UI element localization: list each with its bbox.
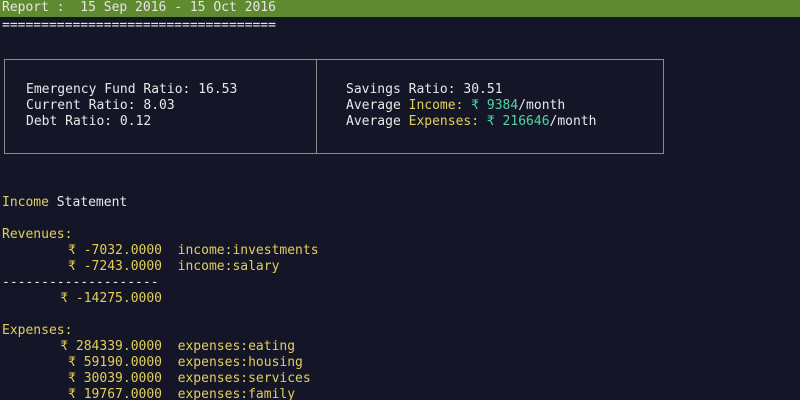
report-title-text: eport : 15 Sep 2016 - 15 Oct 2016 <box>9 0 276 15</box>
emergency-fund-ratio: Emergency Fund Ratio: 16.53 <box>26 82 237 98</box>
income-statement-heading-rest: Statement <box>56 195 128 210</box>
expense-account: expenses:services <box>177 371 311 386</box>
savings-ratio-value: 30.51 <box>463 82 503 97</box>
average-income-prefix: Average <box>346 98 401 113</box>
average-expenses-word: Expenses: <box>408 114 480 129</box>
expense-amount: ₹ 19767.0000 <box>68 387 162 400</box>
revenues-label: Revenues: <box>2 227 73 242</box>
expense-amount: ₹ 284339.0000 <box>60 339 162 354</box>
current-ratio: Current Ratio: 8.03 <box>26 98 175 114</box>
expense-row: ₹ 59190.0000 expenses:housing <box>2 355 303 371</box>
income-statement-heading: Income Statement <box>2 195 127 211</box>
expense-account: expenses:family <box>177 387 296 400</box>
average-expenses-suffix: /month <box>549 114 597 129</box>
revenue-row: ₹ -7243.0000 income:salary <box>2 259 279 275</box>
average-expenses-prefix: Average <box>346 114 401 129</box>
revenue-amount: ₹ -7032.0000 <box>68 243 162 258</box>
average-expenses: Average Expenses: ₹ 216646/month <box>346 114 597 130</box>
expense-row: ₹ 284339.0000 expenses:eating <box>2 339 295 355</box>
savings-ratio-label: Savings Ratio: <box>346 82 456 97</box>
emergency-fund-ratio-label: Emergency Fund Ratio: <box>26 82 191 97</box>
report-title: Report : 15 Sep 2016 - 15 Oct 2016 <box>2 0 276 16</box>
expense-row: ₹ 30039.0000 expenses:services <box>2 371 311 387</box>
revenue-amount: ₹ -7243.0000 <box>68 259 162 274</box>
revenues-separator: -------------------- <box>2 275 159 290</box>
expense-row: ₹ 19767.0000 expenses:family <box>2 387 295 400</box>
expense-amount: ₹ 30039.0000 <box>68 371 162 386</box>
revenues-total: ₹ -14275.0000 <box>60 291 162 306</box>
debt-ratio: Debt Ratio: 0.12 <box>26 114 151 130</box>
average-income: Average Income: ₹ 9384/month <box>346 98 565 114</box>
expense-account: expenses:eating <box>177 339 296 354</box>
report-title-underline: =================================== <box>2 18 276 33</box>
average-income-suffix: /month <box>518 98 566 113</box>
average-income-value: ₹ 9384 <box>471 98 519 113</box>
expenses-label: Expenses: <box>2 323 73 338</box>
current-ratio-value: 8.03 <box>143 98 175 113</box>
current-ratio-label: Current Ratio: <box>26 98 136 113</box>
debt-ratio-value: 0.12 <box>119 114 152 129</box>
terminal-cursor: R <box>2 0 10 15</box>
expense-account: expenses:housing <box>177 355 303 370</box>
debt-ratio-label: Debt Ratio: <box>26 114 113 129</box>
income-statement-heading-word: Income <box>2 195 49 210</box>
revenues-total-row: ₹ -14275.0000 <box>2 291 162 307</box>
ratios-box-divider <box>316 59 317 154</box>
average-expenses-value: ₹ 216646 <box>486 114 550 129</box>
savings-ratio: Savings Ratio: 30.51 <box>346 82 503 98</box>
expense-amount: ₹ 59190.0000 <box>68 355 162 370</box>
average-income-word: Income: <box>408 98 464 113</box>
emergency-fund-ratio-value: 16.53 <box>198 82 238 97</box>
revenue-row: ₹ -7032.0000 income:investments <box>2 243 319 259</box>
revenue-account: income:investments <box>177 243 319 258</box>
revenue-account: income:salary <box>177 259 280 274</box>
